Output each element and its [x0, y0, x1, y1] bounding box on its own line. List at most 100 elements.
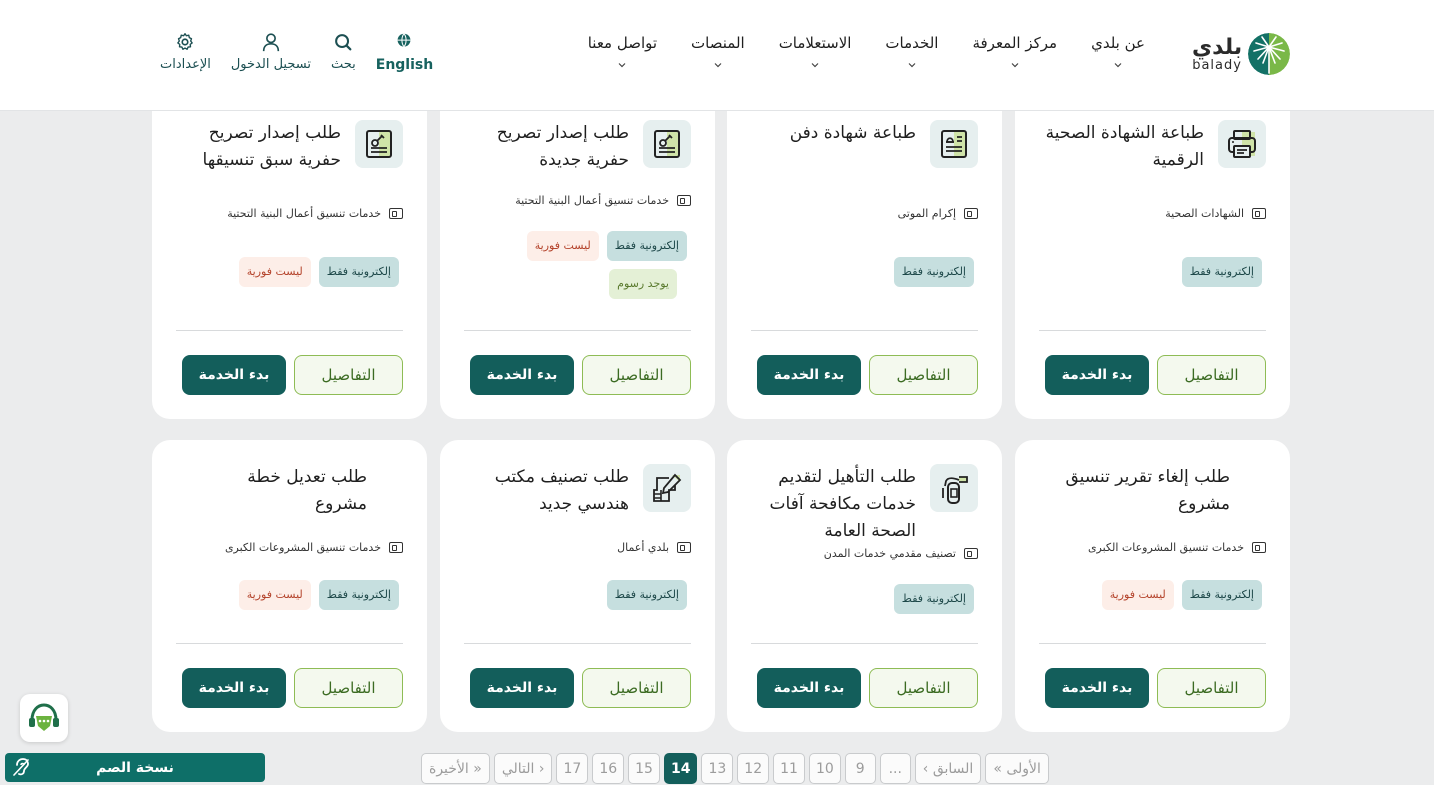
login-button[interactable]: تسجيل الدخول: [231, 31, 311, 73]
card-category: بلدي أعمال: [617, 541, 691, 554]
category-label: خدمات تنسيق المشروعات الكبرى: [1087, 541, 1244, 554]
nav-label: عن بلدي: [1091, 34, 1145, 52]
details-button[interactable]: التفاصيل: [869, 668, 978, 708]
pagination-ellipsis: ...: [879, 753, 911, 784]
online-only-badge: إلكترونية فقط: [318, 580, 399, 610]
user-icon: [262, 33, 280, 52]
category-icon: [1252, 208, 1266, 219]
pagination-page[interactable]: 16: [592, 753, 625, 784]
pagination-page[interactable]: 17: [556, 753, 589, 784]
pagination-first[interactable]: « الأولى: [985, 753, 1049, 784]
shovel-permit-icon: [643, 120, 691, 168]
details-button[interactable]: التفاصيل: [869, 355, 978, 395]
deaf-version-button[interactable]: نسخة الصم: [5, 753, 265, 782]
search-label: بحث: [330, 57, 356, 72]
service-card: طلب إصدار تصريح حفرية سبق تنسيقها خدمات …: [152, 90, 427, 419]
search-button[interactable]: بحث: [331, 31, 356, 73]
card-category: إكرام الموتى: [898, 207, 978, 220]
details-button[interactable]: التفاصيل: [1157, 668, 1266, 708]
start-service-button[interactable]: بدء الخدمة: [470, 668, 574, 708]
pagination-page[interactable]: 13: [701, 753, 734, 784]
shovel-permit-icon: [355, 120, 403, 168]
card-divider: [464, 330, 691, 331]
pagination-prev[interactable]: ‹ السابق: [914, 753, 982, 784]
support-chat-button[interactable]: [20, 694, 68, 742]
details-button[interactable]: التفاصيل: [294, 668, 403, 708]
category-icon: [677, 195, 691, 206]
nav-knowledge-center[interactable]: مركز المعرفة: [955, 34, 1074, 70]
card-title: طلب إصدار تصريح حفرية سبق تنسيقها: [202, 123, 341, 170]
pagination-next[interactable]: التالي ›: [493, 753, 553, 784]
not-instant-badge: ليست فورية: [238, 580, 311, 610]
badge-group: إلكترونية فقط ليست فورية: [179, 257, 399, 287]
nav-inquiries[interactable]: الاستعلامات: [762, 34, 869, 70]
balady-logo[interactable]: بلدي balady: [1192, 31, 1292, 77]
card-divider: [751, 643, 978, 644]
online-only-badge: إلكترونية فقط: [1181, 257, 1262, 287]
services-grid: طباعة الشهادة الصحية الرقمية الشهادات ال…: [0, 0, 1434, 785]
category-icon: [389, 208, 403, 219]
chevron-down-icon: [908, 63, 916, 68]
language-label: English: [375, 57, 434, 73]
card-category: خدمات تنسيق أعمال البنية التحتية: [515, 194, 691, 207]
badge-group: إلكترونية فقط: [1042, 257, 1262, 287]
pagination-last[interactable]: الأخيرة »: [421, 753, 490, 784]
hearing-impaired-icon: [13, 758, 29, 776]
start-service-button[interactable]: بدء الخدمة: [182, 355, 286, 395]
not-instant-badge: ليست فورية: [238, 257, 311, 287]
nav-label: مركز المعرفة: [972, 34, 1058, 52]
logo-english-text: balady: [1192, 57, 1242, 73]
start-service-button[interactable]: بدء الخدمة: [1045, 355, 1149, 395]
nav-services[interactable]: الخدمات: [868, 34, 955, 70]
online-only-badge: إلكترونية فقط: [318, 257, 399, 287]
card-category: الشهادات الصحية: [1165, 207, 1266, 220]
badge-group: إلكترونية فقط: [754, 257, 974, 287]
service-card: طلب إصدار تصريح حفرية جديدة خدمات تنسيق …: [440, 90, 715, 419]
chevron-down-icon: [714, 63, 722, 68]
card-title: طلب إصدار تصريح حفرية جديدة: [496, 123, 629, 170]
details-button[interactable]: التفاصيل: [294, 355, 403, 395]
nav-label: المنصات: [691, 34, 745, 52]
pagination-page[interactable]: 15: [628, 753, 660, 784]
card-category: خدمات تنسيق المشروعات الكبرى: [225, 541, 403, 554]
pagination-page[interactable]: 12: [737, 753, 770, 784]
start-service-button[interactable]: بدء الخدمة: [182, 668, 286, 708]
start-service-button[interactable]: بدء الخدمة: [757, 668, 861, 708]
pagination-page[interactable]: 10: [808, 753, 841, 784]
settings-button[interactable]: الإعدادات: [160, 31, 211, 73]
category-icon: [964, 548, 978, 559]
category-label: خدمات تنسيق المشروعات الكبرى: [224, 541, 381, 554]
nav-platforms[interactable]: المنصات: [674, 34, 762, 70]
site-header: بلدي balady عن بلدي مركز المعرفة الخدمات…: [0, 0, 1434, 111]
language-switch[interactable]: English: [376, 31, 433, 73]
settings-label: الإعدادات: [160, 57, 211, 72]
pagination-current-page[interactable]: 14: [663, 753, 698, 784]
details-button[interactable]: التفاصيل: [582, 668, 691, 708]
details-button[interactable]: التفاصيل: [1157, 355, 1266, 395]
card-divider: [751, 330, 978, 331]
pest-sprayer-icon: [930, 464, 978, 512]
pagination-page[interactable]: 11: [773, 753, 805, 784]
start-service-button[interactable]: بدء الخدمة: [1045, 668, 1149, 708]
service-card: طباعة الشهادة الصحية الرقمية الشهادات ال…: [1015, 90, 1290, 419]
details-button[interactable]: التفاصيل: [582, 355, 691, 395]
pagination-page[interactable]: 9: [844, 753, 876, 784]
category-label: خدمات تنسيق أعمال البنية التحتية: [515, 194, 669, 207]
card-title: طلب تعديل خطة مشروع: [247, 467, 367, 514]
start-service-button[interactable]: بدء الخدمة: [757, 355, 861, 395]
nav-contact-us[interactable]: تواصل معنا: [571, 34, 674, 70]
printer-icon: [1218, 120, 1266, 168]
search-icon: [335, 34, 352, 51]
category-label: إكرام الموتى: [897, 207, 956, 220]
service-card: طلب تعديل خطة مشروع خدمات تنسيق المشروعا…: [152, 440, 427, 732]
category-icon: [964, 208, 978, 219]
utility-bar: الإعدادات تسجيل الدخول بحث English: [160, 31, 433, 73]
nav-about-balady[interactable]: عن بلدي: [1074, 34, 1162, 70]
category-label: خدمات تنسيق أعمال البنية التحتية: [227, 207, 381, 220]
card-divider: [176, 330, 403, 331]
edit-document-icon: [643, 464, 691, 512]
service-card: طلب تصنيف مكتب هندسي جديد بلدي أعمال إلك…: [440, 440, 715, 732]
category-icon: [389, 542, 403, 553]
category-label: تصنيف مقدمي خدمات المدن: [823, 547, 956, 560]
start-service-button[interactable]: بدء الخدمة: [470, 355, 574, 395]
